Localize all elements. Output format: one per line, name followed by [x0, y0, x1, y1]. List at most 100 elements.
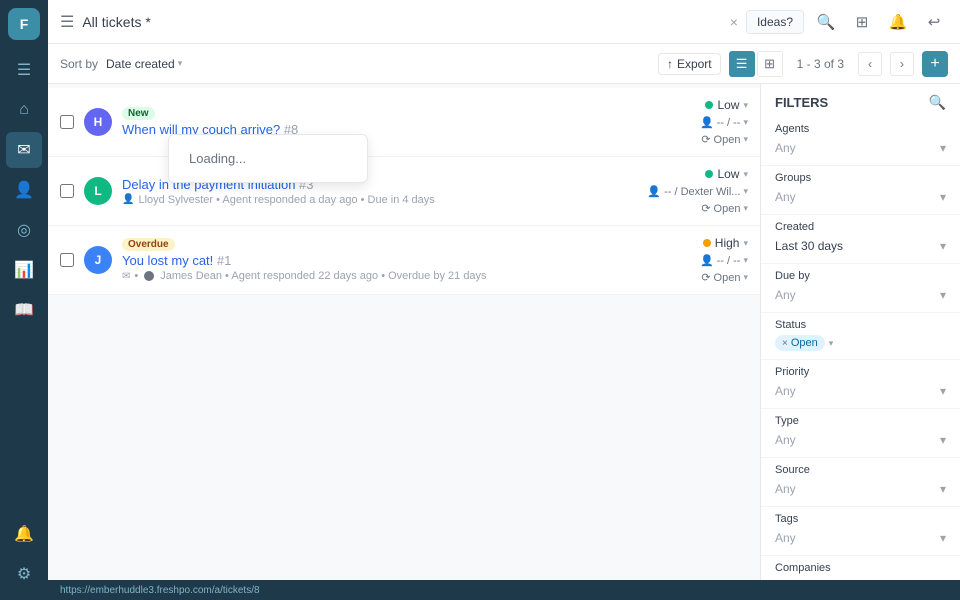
ideas-button[interactable]: Ideas? — [746, 10, 804, 34]
status-icon: ⟳ — [701, 202, 710, 215]
filter-priority-label: Priority — [775, 366, 946, 378]
filter-tags-select[interactable]: Any ▾ — [775, 529, 946, 547]
status-chevron-icon[interactable]: ▾ — [743, 272, 748, 283]
filter-source: Source Any ▾ — [761, 458, 960, 507]
agent-chevron-icon[interactable]: ▾ — [743, 117, 748, 128]
filter-source-label: Source — [775, 464, 946, 476]
status-chevron-icon[interactable]: ▾ — [743, 134, 748, 145]
priority-row: Low ▾ — [705, 98, 748, 112]
status-icon: ⟳ — [701, 133, 710, 146]
logo[interactable]: F — [8, 8, 40, 40]
priority-row: High ▾ — [703, 236, 748, 250]
agent-chevron-icon[interactable]: ▾ — [743, 255, 748, 266]
agent-icon: 👤 — [647, 185, 661, 198]
filter-status-chevron-icon[interactable]: ▾ — [829, 338, 834, 349]
page-title: All tickets * — [82, 14, 717, 30]
priority-dot-icon — [703, 239, 711, 247]
tickets-and-filters: H New When will my couch arrive? #8 Low … — [48, 84, 960, 580]
new-badge: New — [122, 107, 155, 120]
filter-status-label: Status — [775, 319, 946, 331]
filter-due-by-label: Due by — [775, 270, 946, 282]
sidebar-icon-settings[interactable]: ⚙ — [6, 556, 42, 592]
ticket-checkbox[interactable] — [60, 115, 74, 129]
sidebar-icon-tickets[interactable]: ✉ — [6, 132, 42, 168]
sidebar-icon-companies[interactable]: ◎ — [6, 212, 42, 248]
sidebar-icon-menu[interactable]: ☰ — [6, 52, 42, 88]
filter-type-select[interactable]: Any ▾ — [775, 431, 946, 449]
statusbar: https://emberhuddle3.freshpo.com/a/ticke… — [48, 580, 960, 600]
notifications-icon-button[interactable]: 🔔 — [884, 8, 912, 36]
sort-date-button[interactable]: Date created ▾ — [106, 57, 182, 71]
filters-title: FILTERS — [775, 95, 828, 110]
sidebar-icon-home[interactable]: ⌂ — [6, 92, 42, 128]
status-chevron-icon[interactable]: ▾ — [743, 203, 748, 214]
filter-priority-select[interactable]: Any ▾ — [775, 382, 946, 400]
view-toggle: ☰ ⊞ — [729, 51, 783, 77]
filter-status-tag-open: × Open — [775, 335, 825, 351]
avatar: L — [84, 177, 112, 205]
table-row[interactable]: J Overdue You lost my cat! #1 ✉ • James … — [48, 226, 760, 295]
agent-chevron-icon[interactable]: ▾ — [743, 186, 748, 197]
filter-status-tags: × Open ▾ — [775, 335, 946, 351]
filter-groups-select[interactable]: Any ▾ — [775, 188, 946, 206]
filter-agents: Agents Any ▾ — [761, 117, 960, 166]
back-icon-button[interactable]: ↩ — [920, 8, 948, 36]
topbar-menu-icon[interactable]: ☰ — [60, 12, 74, 32]
sidebar: F ☰ ⌂ ✉ 👤 ◎ 📊 📖 🔔 ⚙ — [0, 0, 48, 600]
add-ticket-button[interactable]: + — [922, 51, 948, 77]
search-icon-button[interactable]: 🔍 — [812, 8, 840, 36]
grid-view-button[interactable]: ⊞ — [757, 51, 783, 77]
table-row[interactable]: L Delay in the payment initiation #3 👤 L… — [48, 157, 760, 226]
filter-companies: Companies Any ▾ — [761, 556, 960, 580]
table-row[interactable]: H New When will my couch arrive? #8 Low … — [48, 88, 760, 157]
tickets-list: H New When will my couch arrive? #8 Low … — [48, 84, 760, 580]
filter-groups-label: Groups — [775, 172, 946, 184]
next-page-button[interactable]: › — [890, 52, 914, 76]
status-info: ⟳ Open ▾ — [701, 202, 748, 215]
status-badge: Open — [714, 203, 741, 215]
status-info: ⟳ Open ▾ — [701, 133, 748, 146]
ticket-main: New When will my couch arrive? #8 — [122, 107, 578, 137]
filters-search-button[interactable]: 🔍 — [929, 94, 946, 111]
add-icon-button[interactable]: ⊞ — [848, 8, 876, 36]
filter-companies-label: Companies — [775, 562, 946, 574]
avatar: J — [84, 246, 112, 274]
filter-created-select[interactable]: Last 30 days ▾ — [775, 237, 946, 255]
filter-type-label: Type — [775, 415, 946, 427]
prev-page-button[interactable]: ‹ — [858, 52, 882, 76]
filter-created-chevron-icon: ▾ — [940, 239, 946, 253]
priority-label: High — [715, 236, 740, 250]
sidebar-icon-reports[interactable]: 📊 — [6, 252, 42, 288]
loading-dropdown: Loading... — [168, 134, 368, 183]
statusbar-url: https://emberhuddle3.freshpo.com/a/ticke… — [60, 585, 260, 596]
sidebar-icon-contacts[interactable]: 👤 — [6, 172, 42, 208]
close-tab-button[interactable]: × — [730, 14, 738, 30]
ticket-checkbox[interactable] — [60, 253, 74, 267]
priority-chevron-icon[interactable]: ▾ — [743, 169, 748, 180]
priority-chevron-icon[interactable]: ▾ — [743, 100, 748, 111]
filter-status: Status × Open ▾ — [761, 313, 960, 360]
filter-tags-label: Tags — [775, 513, 946, 525]
filters-panel: FILTERS 🔍 Agents Any ▾ Groups Any ▾ — [760, 84, 960, 580]
ticket-checkbox[interactable] — [60, 184, 74, 198]
main-content: ☰ All tickets * × Ideas? 🔍 ⊞ 🔔 ↩ Sort by… — [48, 0, 960, 600]
filter-agents-select[interactable]: Any ▾ — [775, 139, 946, 157]
status-tag-close-icon[interactable]: × — [782, 338, 788, 349]
status-badge: Open — [714, 272, 741, 284]
sidebar-icon-notifications[interactable]: 🔔 — [6, 516, 42, 552]
list-view-button[interactable]: ☰ — [729, 51, 755, 77]
sidebar-icon-solutions[interactable]: 📖 — [6, 292, 42, 328]
filter-due-by-select[interactable]: Any ▾ — [775, 286, 946, 304]
filter-source-select[interactable]: Any ▾ — [775, 480, 946, 498]
filter-source-chevron-icon: ▾ — [940, 482, 946, 496]
export-button[interactable]: ↑ Export — [658, 53, 721, 75]
sort-label: Sort by — [60, 57, 98, 71]
status-icon: ⟳ — [701, 271, 710, 284]
priority-chevron-icon[interactable]: ▾ — [743, 238, 748, 249]
priority-label: Low — [717, 98, 739, 112]
filter-due-by: Due by Any ▾ — [761, 264, 960, 313]
priority-dot-icon — [705, 101, 713, 109]
agent-icon: 👤 — [700, 116, 714, 129]
filter-priority: Priority Any ▾ — [761, 360, 960, 409]
agent-icon: 👤 — [700, 254, 714, 267]
